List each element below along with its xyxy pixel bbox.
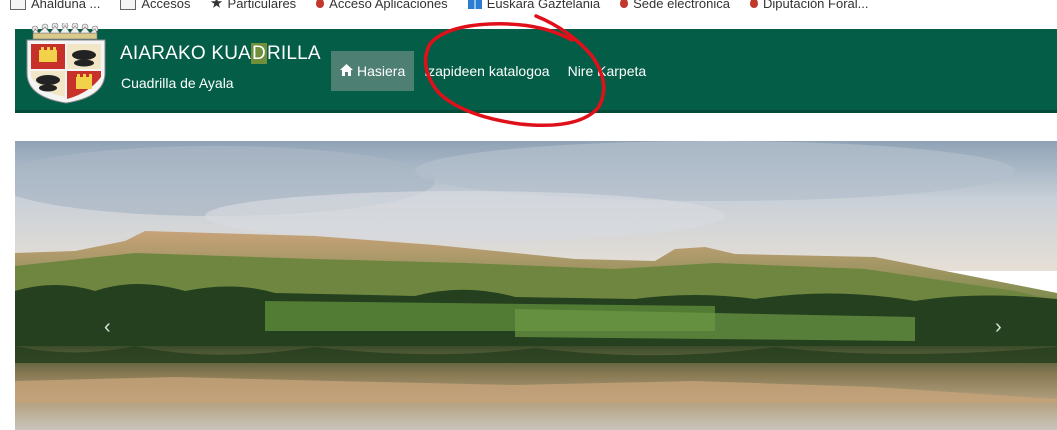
drop-icon xyxy=(620,0,629,8)
bookmark-item[interactable]: Accesos xyxy=(110,0,200,11)
bookmark-item[interactable]: Euskara Gaztelania xyxy=(458,0,610,11)
nav-item-label: Hasiera xyxy=(357,63,406,79)
bookmark-item[interactable]: Ahalduna ... xyxy=(0,0,110,11)
site-header: AIARAKO KUADRILLA Cuadrilla de Ayala Has… xyxy=(15,22,1057,113)
chevron-right-icon: › xyxy=(995,316,1002,338)
carousel-prev-button[interactable]: ‹ xyxy=(104,316,111,339)
main-navigation: Hasiera Izapideen katalogoa Nire Karpeta xyxy=(331,51,652,91)
site-title-part: AIARAKO KUA xyxy=(120,43,252,64)
drop-icon xyxy=(316,0,325,8)
site-title[interactable]: AIARAKO KUADRILLA xyxy=(120,43,321,65)
bookmark-label: Accesos xyxy=(141,0,191,11)
nav-item-izapideen-katalogoa[interactable]: Izapideen katalogoa xyxy=(418,51,555,91)
bookmark-label: Acceso Aplicaciones xyxy=(329,0,448,11)
drop-icon xyxy=(749,0,758,8)
bookmark-label: Sede electrónica xyxy=(633,0,730,11)
bookmark-item[interactable]: Particulares xyxy=(201,0,307,11)
nav-item-hasiera[interactable]: Hasiera xyxy=(331,51,415,91)
bookmark-label: Diputación Foral... xyxy=(762,0,869,11)
bookmark-item[interactable]: Sede electrónica xyxy=(610,0,740,11)
site-subtitle: Cuadrilla de Ayala xyxy=(121,75,234,91)
star-icon xyxy=(210,0,223,8)
document-icon xyxy=(120,0,137,10)
bookmark-item[interactable]: Diputación Foral... xyxy=(740,0,879,11)
nav-item-nire-karpeta[interactable]: Nire Karpeta xyxy=(562,51,653,91)
bookmark-label: Ahalduna ... xyxy=(31,0,101,11)
site-title-highlight: D xyxy=(251,43,267,64)
nav-item-label: Nire Karpeta xyxy=(567,63,647,79)
chevron-left-icon: ‹ xyxy=(104,316,111,338)
bookmark-item[interactable]: Acceso Aplicaciones xyxy=(306,0,458,11)
home-icon xyxy=(340,63,353,79)
site-title-part: RILLA xyxy=(266,43,321,64)
hero-carousel[interactable]: ‹ › xyxy=(15,141,1057,430)
landscape-photo xyxy=(15,141,1057,430)
document-icon xyxy=(10,0,26,10)
bookmark-label: Euskara Gaztelania xyxy=(486,0,601,11)
nav-item-label: Izapideen katalogoa xyxy=(424,63,550,79)
carousel-next-button[interactable]: › xyxy=(995,316,1002,339)
grid-icon xyxy=(467,0,482,9)
bookmark-label: Particulares xyxy=(227,0,297,11)
coat-of-arms-logo[interactable] xyxy=(19,22,115,105)
bookmarks-bar: Ahalduna ... Accesos Particulares Acceso… xyxy=(0,0,1057,15)
